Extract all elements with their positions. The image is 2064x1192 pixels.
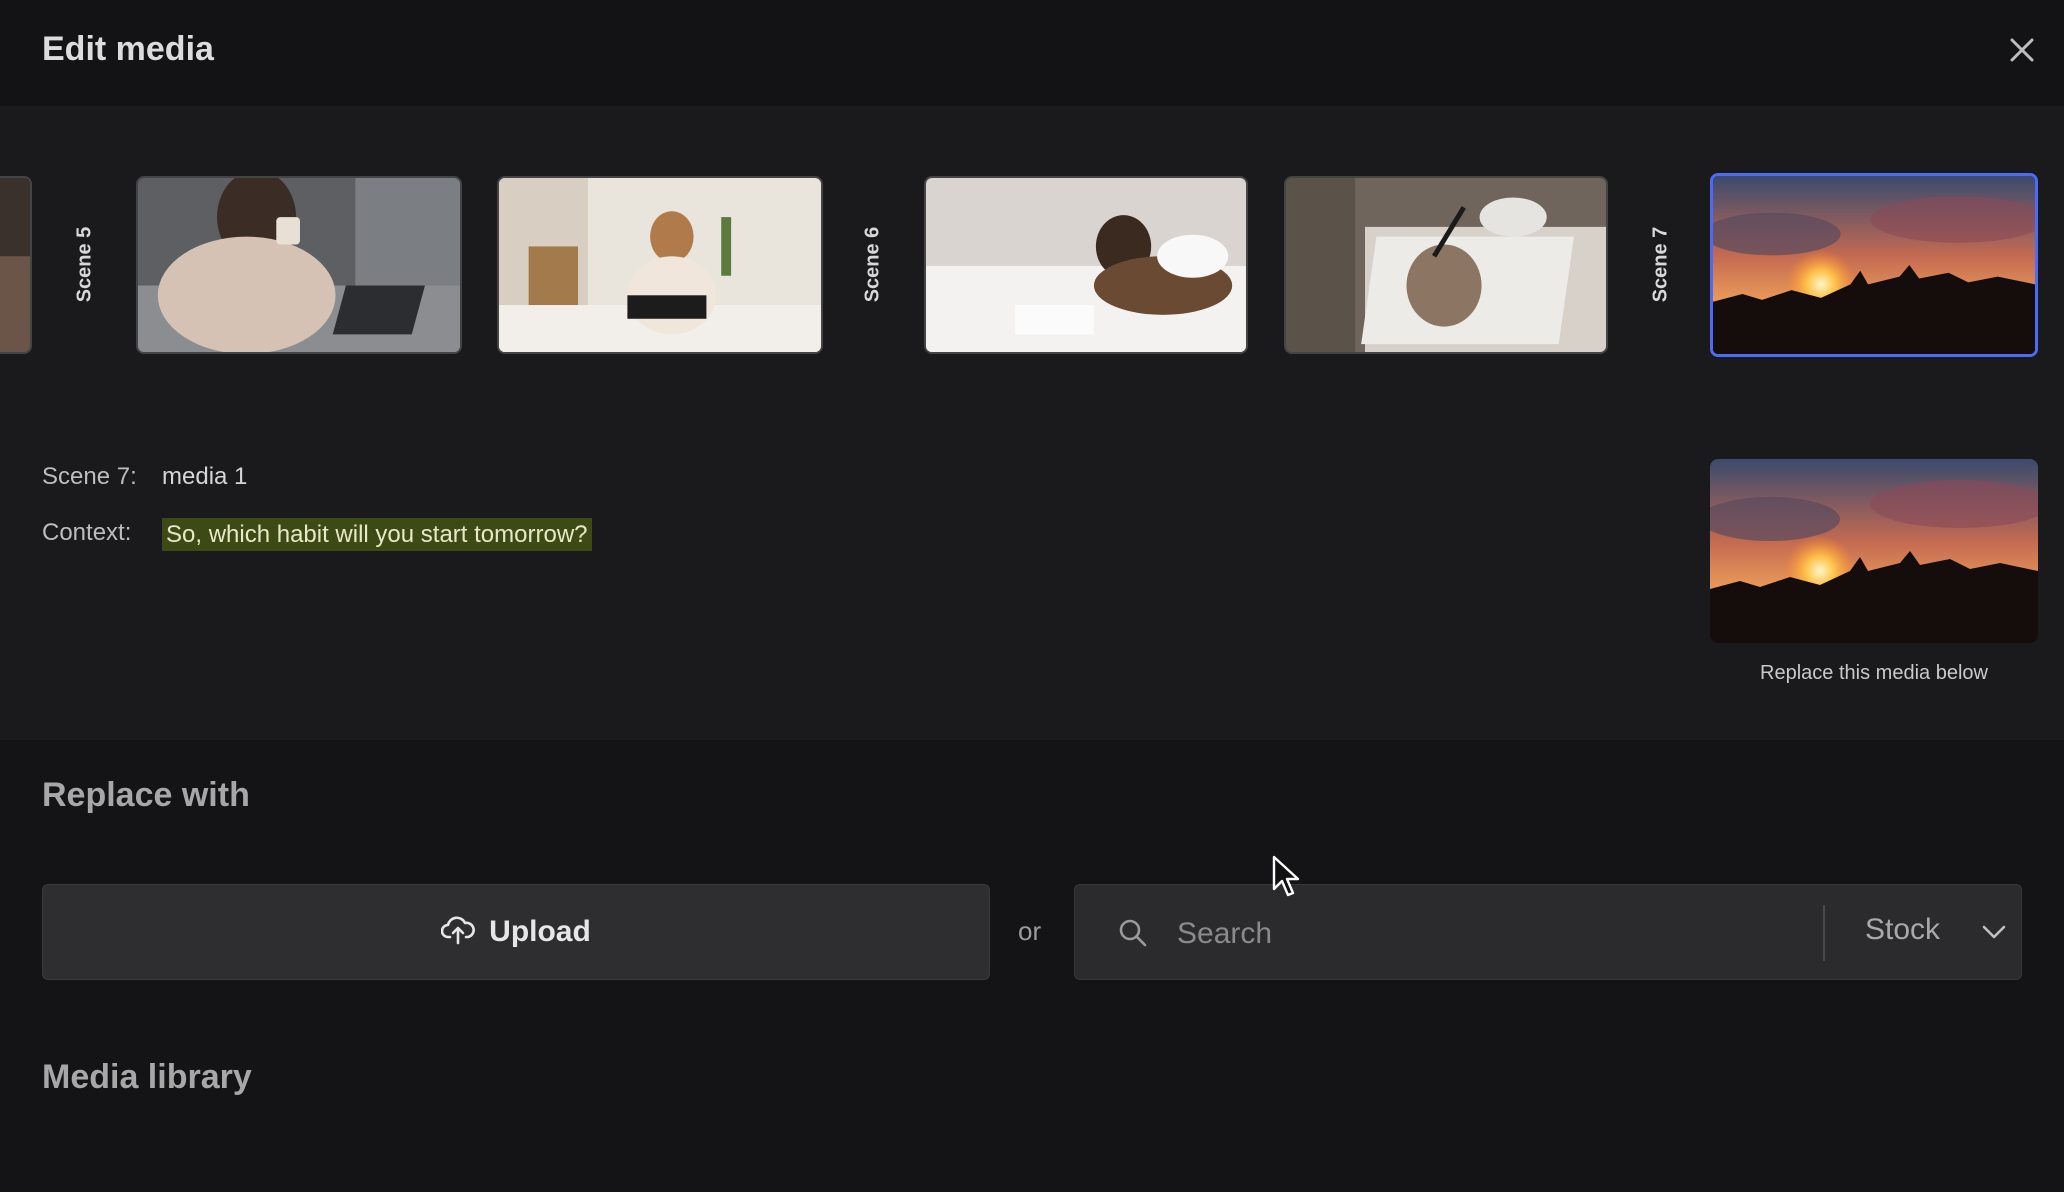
replace-heading: Replace with xyxy=(42,776,250,814)
context-highlight: So, which habit will you start tomorrow? xyxy=(162,518,592,551)
thumbnail-scene7-selected[interactable] xyxy=(1710,173,2038,357)
search-bar: Stock xyxy=(1074,884,2022,980)
search-divider xyxy=(1823,905,1825,961)
modal-header: Edit media xyxy=(0,0,2064,106)
scene-label-text: Scene 7 xyxy=(1649,226,1672,302)
scene-label: Scene 7: xyxy=(42,463,137,490)
mouse-cursor-icon xyxy=(1272,855,1302,904)
media-preview xyxy=(1710,459,2038,643)
scene-label-6: Scene 6 xyxy=(848,175,898,353)
search-icon xyxy=(1117,917,1149,954)
scene-label-text: Scene 5 xyxy=(73,226,96,302)
or-separator: or xyxy=(1018,916,1042,946)
close-icon[interactable] xyxy=(2002,30,2042,70)
chevron-down-icon[interactable] xyxy=(1981,923,2007,946)
thumbnail-scene5-2[interactable] xyxy=(497,176,823,354)
thumbnail-partial[interactable] xyxy=(0,176,32,354)
context-label: Context: xyxy=(42,519,132,546)
scene-label-7: Scene 7 xyxy=(1636,175,1686,353)
preview-caption: Replace this media below xyxy=(1760,662,1988,684)
upload-label: Upload xyxy=(489,915,591,948)
context-value: So, which habit will you start tomorrow? xyxy=(162,518,592,551)
scene-label-text: Scene 6 xyxy=(861,226,884,302)
source-select[interactable]: Stock xyxy=(1865,913,1940,947)
thumbnail-scene5-1[interactable] xyxy=(136,176,462,354)
cloud-upload-icon xyxy=(440,915,476,950)
scene-media-value: media 1 xyxy=(162,463,248,490)
scene-label-5: Scene 5 xyxy=(60,175,110,353)
search-input[interactable] xyxy=(1175,905,1779,963)
modal-title: Edit media xyxy=(42,30,214,68)
media-library-heading: Media library xyxy=(42,1058,252,1096)
thumbnail-scene6-2[interactable] xyxy=(1284,176,1608,354)
upload-button[interactable]: Upload xyxy=(42,884,990,980)
thumbnail-scene6-1[interactable] xyxy=(924,176,1248,354)
